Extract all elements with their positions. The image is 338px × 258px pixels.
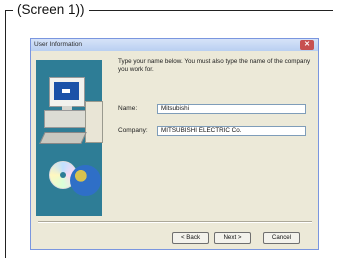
company-input[interactable]: MITSUBISHI ELECTRIC Co. [157, 126, 306, 136]
keyboard-illustration [39, 132, 87, 144]
monitor-screen [54, 82, 79, 100]
screen-frame-left-rule [5, 10, 6, 258]
back-button[interactable]: < Back [172, 232, 209, 244]
cancel-button[interactable]: Cancel [263, 232, 300, 244]
close-button[interactable]: ✕ [300, 40, 314, 50]
company-label: Company: [118, 127, 148, 134]
close-icon: ✕ [304, 41, 310, 48]
dialog-titlebar: User Information ✕ [31, 39, 318, 51]
desktop-case [44, 110, 88, 128]
screen-caption: (Screen 1)) [13, 1, 89, 19]
next-button[interactable]: Next > [214, 232, 251, 244]
computer-illustration [49, 77, 85, 107]
button-separator [38, 221, 312, 222]
dialog-intro-text: Type your name below. You must also type… [118, 58, 311, 73]
tower-case [85, 101, 103, 143]
dialog-title: User Information [34, 41, 83, 48]
globe-icon [70, 165, 101, 196]
name-input[interactable]: Mitsubishi [157, 104, 306, 114]
name-label: Name: [118, 105, 138, 112]
